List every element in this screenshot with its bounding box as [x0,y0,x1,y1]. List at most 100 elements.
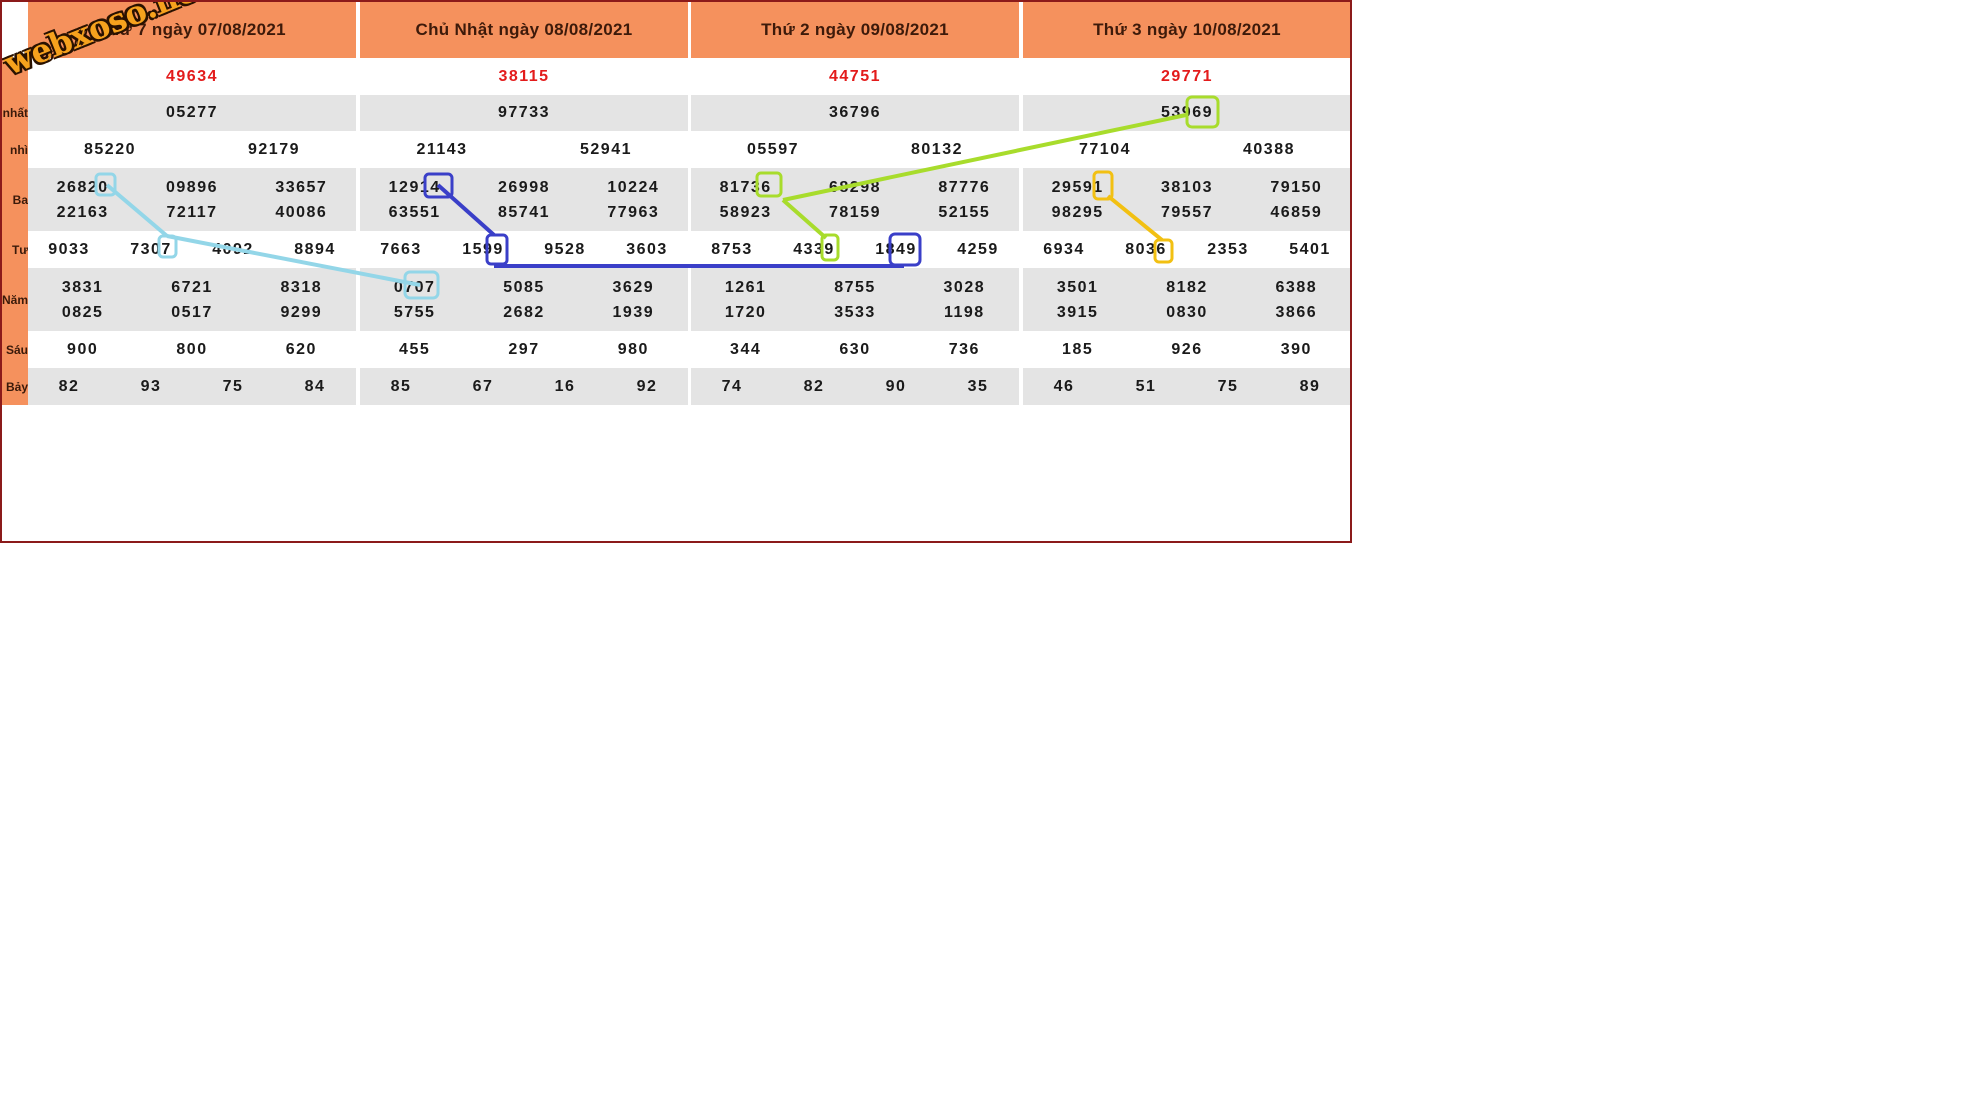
prize-number: 74 [721,377,743,395]
prize-number: 8318 [280,279,323,297]
prize-number: 38103 [1161,179,1213,197]
prize-number: 92179 [248,140,300,158]
prize-number: 4092 [212,240,254,258]
prize-number: 05597 [747,140,799,158]
prize-number: 1720 [724,304,767,322]
prize-number: 0825 [61,304,104,322]
label-first-prize: nhất [2,95,28,131]
prize-number: 4339 [793,240,835,258]
prize-number: 3603 [626,240,668,258]
prize-number: 980 [617,340,649,358]
prize-number: 79150 [1270,179,1323,197]
prize-number: 3028 [943,279,986,297]
prize-number: 0707 [393,279,436,297]
prize-number: 87776 [938,179,991,197]
prize-row-sixth: 900 800 620 [28,331,356,368]
prize-number: 82 [803,377,825,395]
prize-number: 68298 [829,179,881,197]
prize-row-sixth: 185 926 390 [1023,331,1350,368]
prize-number: 52941 [580,140,632,158]
prize-row-fifth: 3831 6721 8318 0825 0517 9299 [28,268,356,331]
prize-number: 12914 [388,179,441,197]
prize-row-fifth: 1261 8755 3028 1720 3533 1198 [691,268,1019,331]
prize-number: 67 [472,377,494,395]
prize-number: 21143 [416,140,468,158]
prize-number: 72117 [166,204,218,222]
prize-number: 5401 [1289,240,1331,258]
prize-number: 1849 [875,240,917,258]
prize-number: 0830 [1166,304,1208,322]
prize-number: 49634 [166,67,218,85]
prize-number: 36796 [829,104,881,121]
prize-number: 5755 [393,304,436,322]
prize-number: 77104 [1079,140,1131,158]
prize-number: 736 [948,340,980,358]
prize-number: 79557 [1161,204,1213,222]
prize-number: 8755 [834,279,876,297]
prize-number: 75 [222,377,244,395]
prize-number: 16 [554,377,576,395]
prize-number: 26820 [56,179,109,197]
prize-number: 344 [730,340,762,358]
prize-number: 3866 [1275,304,1318,322]
prize-number: 6721 [171,279,213,297]
prize-number: 10224 [607,179,660,197]
prize-number: 185 [1062,340,1094,358]
prize-number: 84 [304,377,326,395]
prize-row-second: 05597 80132 [691,131,1019,168]
prize-number: 9033 [48,240,90,258]
prize-number: 85220 [84,140,136,158]
prize-number: 900 [67,340,99,358]
prize-row-special: 38115 [360,58,688,95]
prize-row-first: 53969 [1023,95,1350,131]
prize-number: 58923 [719,204,772,222]
prize-number: 29771 [1161,67,1213,85]
prize-number: 455 [399,340,431,358]
prize-number: 82 [58,377,80,395]
prize-number: 78159 [829,204,881,222]
prize-row-special: 29771 [1023,58,1350,95]
prize-number: 390 [1280,340,1312,358]
prize-number: 46859 [1270,204,1323,222]
prize-number: 1261 [724,279,767,297]
prize-number: 22163 [56,204,109,222]
prize-row-third: 81736 68298 87776 58923 78159 52155 [691,168,1019,231]
prize-row-third: 29591 38103 79150 98295 79557 46859 [1023,168,1350,231]
prize-number: 85741 [498,204,550,222]
prize-number: 3831 [61,279,104,297]
prize-number: 8894 [294,240,336,258]
prize-row-fourth: 7663 1599 9528 3603 [360,231,688,268]
prize-number: 620 [285,340,317,358]
day-column: Thứ 7 ngày 07/08/2021 49634 05277 85220 9217… [28,2,356,405]
prize-number: 6388 [1275,279,1318,297]
day-column: Thứ 3 ngày 10/08/2021 29771 53969 77104 4038… [1023,2,1350,405]
day-header: Chủ Nhật ngày 08/08/2021 [360,2,688,58]
prize-number: 40388 [1243,140,1295,158]
prize-number: 3629 [612,279,655,297]
prize-row-first: 97733 [360,95,688,131]
prize-row-first: 05277 [28,95,356,131]
prize-number: 38115 [498,67,550,85]
prize-number: 81736 [719,179,772,197]
day-column: Thứ 2 ngày 09/08/2021 44751 36796 05597 8013… [691,2,1019,405]
prize-number: 6934 [1043,240,1085,258]
prize-number: 0517 [171,304,213,322]
day-header: Thứ 3 ngày 10/08/2021 [1023,2,1350,58]
prize-number: 3501 [1056,279,1099,297]
prize-row-seventh: 46 51 75 89 [1023,368,1350,405]
prize-number: 53969 [1161,104,1213,121]
prize-row-sixth: 455 297 980 [360,331,688,368]
prize-row-fourth: 6934 8036 2353 5401 [1023,231,1350,268]
prize-row-third: 26820 09896 33657 22163 72117 40086 [28,168,356,231]
prize-number: 97733 [498,104,550,121]
prize-number: 1599 [462,240,504,258]
prize-number: 630 [839,340,871,358]
prize-row-seventh: 85 67 16 92 [360,368,688,405]
prize-number: 8753 [711,240,753,258]
prize-number: 51 [1135,377,1157,395]
prize-number: 44751 [829,67,881,85]
prize-number: 33657 [275,179,328,197]
prize-number: 29591 [1051,179,1104,197]
prize-number: 8182 [1166,279,1208,297]
prize-number: 7663 [380,240,422,258]
